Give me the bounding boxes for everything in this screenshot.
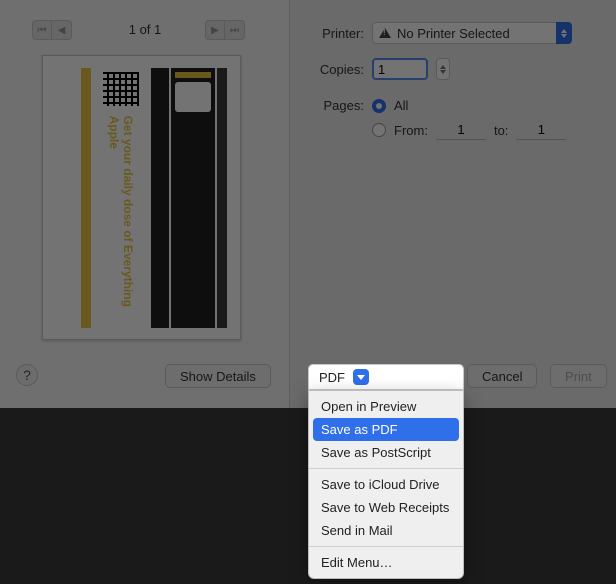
help-button[interactable]: ?	[16, 364, 38, 386]
preview-pane: ⏮ ◀ 1 of 1 ▶ ⏭ Get your daily dose of Ev…	[0, 0, 290, 408]
menu-save-as-postscript[interactable]: Save as PostScript	[309, 441, 463, 464]
pdf-dropdown-menu: Open in Preview Save as PDF Save as Post…	[308, 390, 464, 579]
menu-send-in-mail[interactable]: Send in Mail	[309, 519, 463, 542]
pages-to-input[interactable]	[516, 120, 566, 140]
menu-open-in-preview[interactable]: Open in Preview	[309, 395, 463, 418]
menu-edit-menu[interactable]: Edit Menu…	[309, 551, 463, 574]
page-indicator: 1 of 1	[0, 22, 290, 37]
pdf-label: PDF	[319, 370, 345, 385]
printer-label: Printer:	[306, 26, 364, 41]
menu-save-to-icloud[interactable]: Save to iCloud Drive	[309, 473, 463, 496]
printer-select[interactable]: No Printer Selected	[372, 22, 572, 44]
page-thumbnail: Get your daily dose of Everything Apple	[42, 55, 241, 340]
updown-icon	[556, 22, 572, 44]
pages-to-label: to:	[494, 123, 508, 138]
pdf-dropdown-button[interactable]: PDF	[308, 364, 464, 390]
show-details-button[interactable]: Show Details	[165, 364, 271, 388]
copies-label: Copies:	[306, 62, 364, 77]
copies-input[interactable]	[372, 58, 428, 80]
print-button[interactable]: Print	[550, 364, 607, 388]
qr-code-graphic	[99, 68, 143, 110]
pages-all-text: All	[394, 98, 408, 113]
pages-from-label: From:	[394, 123, 428, 138]
pages-range-radio[interactable]	[372, 123, 386, 137]
menu-save-as-pdf[interactable]: Save as PDF	[313, 418, 459, 441]
print-dialog: ⏮ ◀ 1 of 1 ▶ ⏭ Get your daily dose of Ev…	[0, 0, 616, 408]
warning-icon	[379, 28, 391, 38]
printer-value: No Printer Selected	[397, 26, 510, 41]
cancel-button[interactable]: Cancel	[467, 364, 537, 388]
last-page-button[interactable]: ⏭	[225, 20, 245, 40]
copies-stepper[interactable]	[436, 58, 450, 80]
pages-from-input[interactable]	[436, 120, 486, 140]
options-pane: Printer: No Printer Selected Copies: Pag…	[290, 0, 616, 408]
preview-headline: Get your daily dose of Everything Apple	[106, 115, 135, 327]
pages-all-radio[interactable]	[372, 99, 386, 113]
menu-save-to-web-receipts[interactable]: Save to Web Receipts	[309, 496, 463, 519]
chevron-down-icon	[353, 369, 369, 385]
next-page-button[interactable]: ▶	[205, 20, 225, 40]
pages-label: Pages:	[306, 98, 364, 113]
